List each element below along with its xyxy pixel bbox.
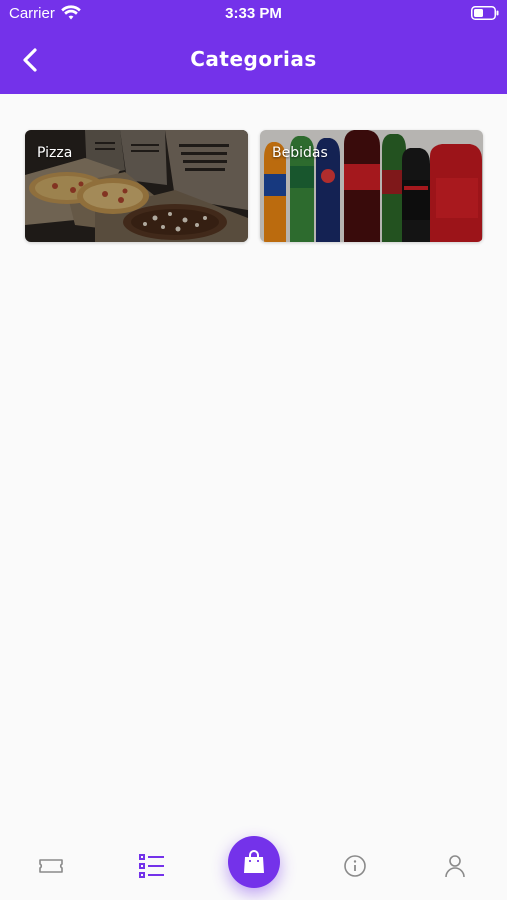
tab-categories[interactable] — [134, 848, 170, 884]
tab-info[interactable] — [337, 848, 373, 884]
tab-tickets[interactable] — [33, 848, 69, 884]
status-time: 3:33 PM — [225, 5, 282, 22]
category-card-bebidas[interactable]: Bebidas — [260, 130, 483, 242]
shopping-bag-icon — [244, 850, 264, 873]
info-icon — [344, 855, 366, 877]
user-icon — [445, 855, 465, 878]
list-icon — [139, 854, 164, 878]
ticket-icon — [39, 859, 63, 873]
cart-button[interactable] — [228, 836, 280, 888]
category-label: Bebidas — [272, 145, 328, 161]
tab-profile[interactable] — [437, 848, 473, 884]
status-bar: Carrier 3:33 PM — [0, 0, 507, 28]
category-label: Pizza — [37, 145, 73, 161]
category-card-pizza[interactable]: Pizza — [25, 130, 248, 242]
page-title: Categorias — [190, 47, 317, 71]
category-grid: Pizza Bebidas — [25, 130, 483, 242]
battery-icon — [471, 6, 499, 20]
app-header: Carrier 3:33 PM Categorias — [0, 0, 507, 94]
bottom-tab-bar — [0, 826, 507, 900]
